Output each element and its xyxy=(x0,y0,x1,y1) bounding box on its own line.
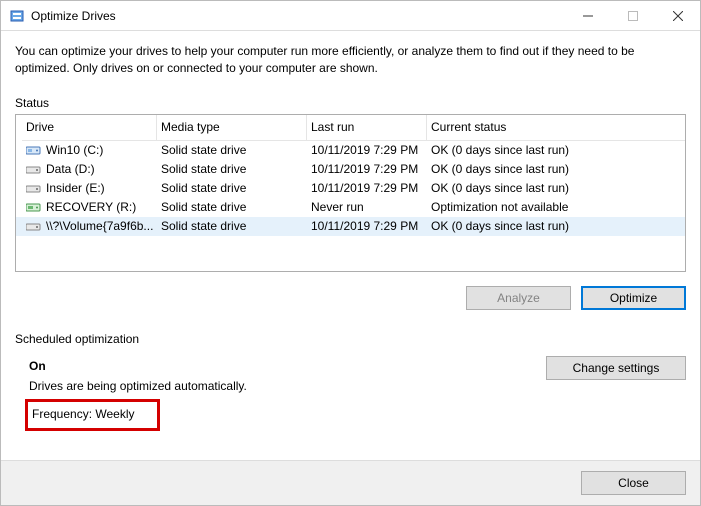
table-row[interactable]: Win10 (C:) Solid state drive10/11/2019 7:… xyxy=(16,141,685,160)
media-type: Solid state drive xyxy=(157,181,307,195)
current-status: OK (0 days since last run) xyxy=(427,162,685,176)
last-run: 10/11/2019 7:29 PM xyxy=(307,162,427,176)
current-status: OK (0 days since last run) xyxy=(427,181,685,195)
current-status: OK (0 days since last run) xyxy=(427,219,685,233)
drive-name: \\?\Volume{7a9f6b... xyxy=(46,219,153,233)
analyze-button[interactable]: Analyze xyxy=(466,286,571,310)
drive-name: RECOVERY (R:) xyxy=(46,200,136,214)
table-header: Drive Media type Last run Current status xyxy=(16,115,685,141)
media-type: Solid state drive xyxy=(157,143,307,157)
schedule-label: Scheduled optimization xyxy=(15,332,686,346)
last-run: 10/11/2019 7:29 PM xyxy=(307,143,427,157)
status-label: Status xyxy=(15,96,686,110)
drive-ssd-icon xyxy=(26,143,42,157)
drive-name: Win10 (C:) xyxy=(46,143,103,157)
drive-icon xyxy=(26,162,42,176)
change-settings-button[interactable]: Change settings xyxy=(546,356,686,380)
table-row[interactable]: RECOVERY (R:) Solid state driveNever runO… xyxy=(16,198,685,217)
optimize-button[interactable]: Optimize xyxy=(581,286,686,310)
drive-recovery-icon xyxy=(26,200,42,214)
drive-icon xyxy=(26,219,42,233)
bottom-bar: Close xyxy=(1,460,700,505)
table-row[interactable]: Data (D:) Solid state drive10/11/2019 7:2… xyxy=(16,160,685,179)
schedule-frequency: Frequency: Weekly xyxy=(32,407,135,421)
schedule-detail: Drives are being optimized automatically… xyxy=(29,376,247,396)
drive-name: Insider (E:) xyxy=(46,181,105,195)
titlebar: Optimize Drives xyxy=(1,1,700,31)
media-type: Solid state drive xyxy=(157,162,307,176)
table-row[interactable]: Insider (E:) Solid state drive10/11/2019 … xyxy=(16,179,685,198)
last-run: 10/11/2019 7:29 PM xyxy=(307,219,427,233)
schedule-state: On xyxy=(29,356,247,376)
last-run: 10/11/2019 7:29 PM xyxy=(307,181,427,195)
description-text: You can optimize your drives to help you… xyxy=(15,43,686,78)
app-icon xyxy=(9,8,25,24)
frequency-highlight: Frequency: Weekly xyxy=(25,399,160,431)
minimize-button[interactable] xyxy=(565,1,610,31)
maximize-button[interactable] xyxy=(610,1,655,31)
last-run: Never run xyxy=(307,200,427,214)
current-status: Optimization not available xyxy=(427,200,685,214)
media-type: Solid state drive xyxy=(157,219,307,233)
drive-icon xyxy=(26,181,42,195)
header-lastrun[interactable]: Last run xyxy=(307,115,427,141)
media-type: Solid state drive xyxy=(157,200,307,214)
close-window-button[interactable] xyxy=(655,1,700,31)
drive-name: Data (D:) xyxy=(46,162,95,176)
current-status: OK (0 days since last run) xyxy=(427,143,685,157)
header-status[interactable]: Current status xyxy=(427,115,685,141)
close-button[interactable]: Close xyxy=(581,471,686,495)
drives-table[interactable]: Drive Media type Last run Current status… xyxy=(15,114,686,272)
header-media[interactable]: Media type xyxy=(157,115,307,141)
table-row[interactable]: \\?\Volume{7a9f6b... Solid state drive10/… xyxy=(16,217,685,236)
window-title: Optimize Drives xyxy=(31,9,116,23)
header-drive[interactable]: Drive xyxy=(22,115,157,141)
